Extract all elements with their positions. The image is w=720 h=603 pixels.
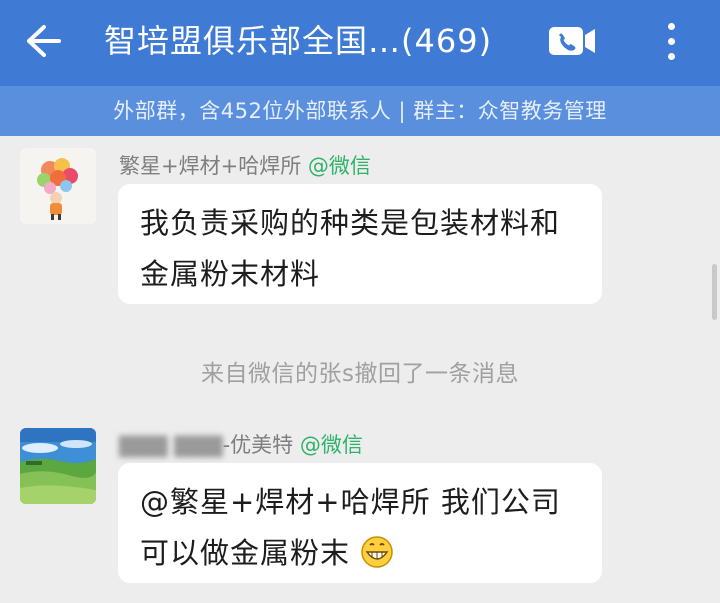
video-call-button[interactable] — [544, 18, 600, 64]
flower-bouquet-avatar-image — [20, 148, 96, 224]
sender-name: 繁星+焊材+哈焊所 — [119, 154, 302, 178]
message-sender[interactable]: 繁星+焊材+哈焊所 @微信 — [119, 150, 371, 180]
group-info-banner[interactable]: 外部群，含452位外部联系人 | 群主：众智教务管理 — [0, 86, 720, 136]
source-tag: @微信 — [307, 154, 371, 178]
landscape-avatar-image — [20, 428, 96, 504]
video-call-icon — [549, 27, 595, 55]
message-bubble[interactable]: @繁星+焊材+哈焊所 我们公司可以做金属粉末 — [118, 463, 602, 583]
arrow-left-icon — [27, 25, 61, 57]
chat-title: 智培盟俱乐部全国…(469) — [104, 22, 493, 60]
sender-name: -优美特 — [222, 433, 294, 457]
more-vertical-icon — [667, 22, 675, 30]
back-button[interactable] — [18, 18, 68, 64]
message-text: @繁星+焊材+哈焊所 我们公司可以做金属粉末 — [140, 485, 561, 570]
scrollbar[interactable] — [712, 264, 717, 320]
source-tag: @微信 — [299, 433, 363, 457]
message-sender[interactable]: ▇▇▇ ▇▇▇-优美特 @微信 — [119, 429, 363, 459]
more-options-button[interactable] — [646, 14, 696, 68]
grinning-face-icon — [361, 536, 393, 568]
chat-area: 繁星+焊材+哈焊所 @微信 我负责采购的种类是包装材料和金属粉末材料 来自微信的… — [0, 136, 720, 603]
avatar[interactable] — [20, 148, 96, 224]
redacted-name: ▇▇▇ ▇▇▇ — [119, 433, 223, 457]
top-app-bar: 智培盟俱乐部全国…(469) — [0, 0, 720, 86]
avatar[interactable] — [20, 428, 96, 504]
message-bubble[interactable]: 我负责采购的种类是包装材料和金属粉末材料 — [118, 184, 602, 304]
system-notice: 来自微信的张s撤回了一条消息 — [201, 361, 519, 387]
